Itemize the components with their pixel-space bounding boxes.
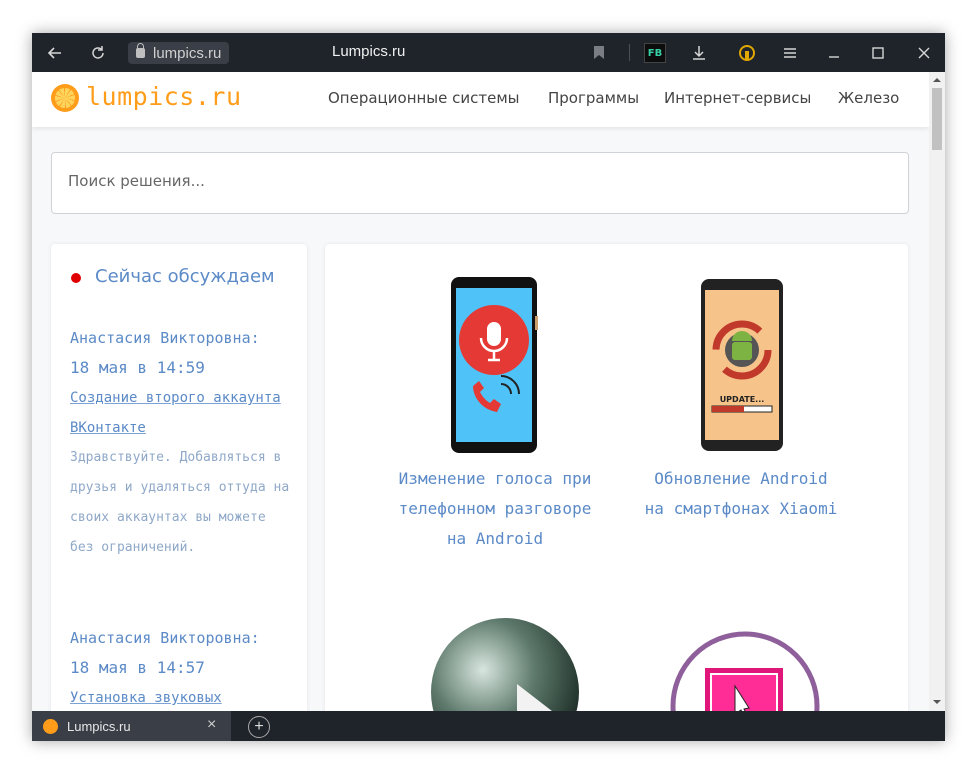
live-indicator-dot (71, 273, 81, 283)
scroll-up-icon[interactable] (929, 74, 945, 86)
comment-item: Анастасия Викторовна: 18 мая в 14:57 Уст… (70, 623, 295, 711)
comment-item: Анастасия Викторовна: 18 мая в 14:59 Соз… (70, 323, 295, 563)
comment-author: Анастасия Викторовна: (70, 629, 260, 647)
toolbar-separator (629, 44, 630, 61)
discussion-sidebar: Сейчас обсуждаем Анастасия Викторовна: 1… (51, 244, 307, 711)
update-caption: UPDATE... (720, 395, 765, 404)
nav-item-os[interactable]: Операционные системы (328, 89, 520, 107)
comment-article-link[interactable]: Создание второго аккаунта ВКонтакте (70, 383, 295, 443)
new-tab-button[interactable]: + (248, 716, 270, 738)
article-title-link[interactable]: Обновление Android на смартфонах Xiaomi (641, 464, 841, 524)
site-logo[interactable]: lumpics.ru (86, 82, 242, 111)
article-thumbnail[interactable] (665, 628, 825, 711)
nav-item-programs[interactable]: Программы (548, 89, 639, 107)
tab-lumpics[interactable]: Lumpics.ru × (32, 711, 231, 741)
sidebar-title: Сейчас обсуждаем (95, 266, 275, 287)
scroll-down-icon[interactable] (929, 696, 945, 708)
nav-item-hardware[interactable]: Железо (838, 89, 899, 107)
page-title: Lumpics.ru (332, 43, 406, 60)
comment-date: 18 мая в 14:59 (70, 358, 205, 377)
comment-date: 18 мая в 14:57 (70, 658, 205, 677)
nav-item-internet[interactable]: Интернет-сервисы (664, 89, 811, 107)
article-title-link[interactable]: Изменение голоса при телефонном разговор… (395, 464, 595, 554)
comment-text: Здравствуйте. Добавляться в друзья и уда… (70, 450, 290, 555)
article-thumbnail[interactable] (429, 614, 589, 711)
protect-icon[interactable] (735, 33, 759, 72)
reload-icon[interactable] (83, 33, 113, 72)
favicon-icon (43, 718, 58, 734)
minimize-icon[interactable] (822, 33, 846, 72)
article-thumbnail[interactable] (449, 276, 539, 459)
search-box[interactable] (51, 152, 909, 214)
menu-icon[interactable] (778, 33, 802, 72)
close-window-icon[interactable] (912, 33, 936, 72)
address-bar[interactable]: lumpics.ru (128, 42, 230, 64)
orange-slice-logo-icon[interactable] (51, 84, 79, 112)
search-input[interactable] (66, 171, 890, 191)
site-header: lumpics.ru Операционные системы Программ… (32, 72, 929, 127)
screen-cursor-icon (670, 631, 820, 711)
download-icon[interactable] (687, 33, 711, 72)
extension-fb-icon[interactable]: FB (644, 43, 666, 63)
comment-author: Анастасия Викторовна: (70, 329, 260, 347)
phone-voice-icon (451, 277, 538, 453)
address-url: lumpics.ru (153, 44, 222, 62)
tab-bar: Lumpics.ru × + (32, 711, 945, 741)
web-page: lumpics.ru Операционные системы Программ… (32, 72, 929, 711)
browser-toolbar: lumpics.ru Lumpics.ru FB (32, 33, 945, 72)
lock-icon (136, 43, 145, 58)
back-arrow-icon[interactable] (40, 33, 70, 72)
tab-close-icon[interactable]: × (207, 716, 216, 734)
globe-play-icon (431, 618, 579, 711)
vertical-scrollbar[interactable] (929, 72, 945, 711)
browser-window: lumpics.ru Lumpics.ru FB lumpics.ru Опер… (32, 33, 945, 741)
article-thumbnail[interactable]: UPDATE... (700, 278, 784, 457)
scrollbar-thumb[interactable] (932, 88, 942, 150)
comment-article-link[interactable]: Установка звуковых (70, 683, 295, 711)
tab-label: Lumpics.ru (67, 718, 131, 734)
phone-update-icon: UPDATE... (701, 279, 783, 451)
bookmark-icon[interactable] (587, 33, 611, 72)
maximize-icon[interactable] (866, 33, 890, 72)
articles-panel: Изменение голоса при телефонном разговор… (325, 244, 908, 711)
